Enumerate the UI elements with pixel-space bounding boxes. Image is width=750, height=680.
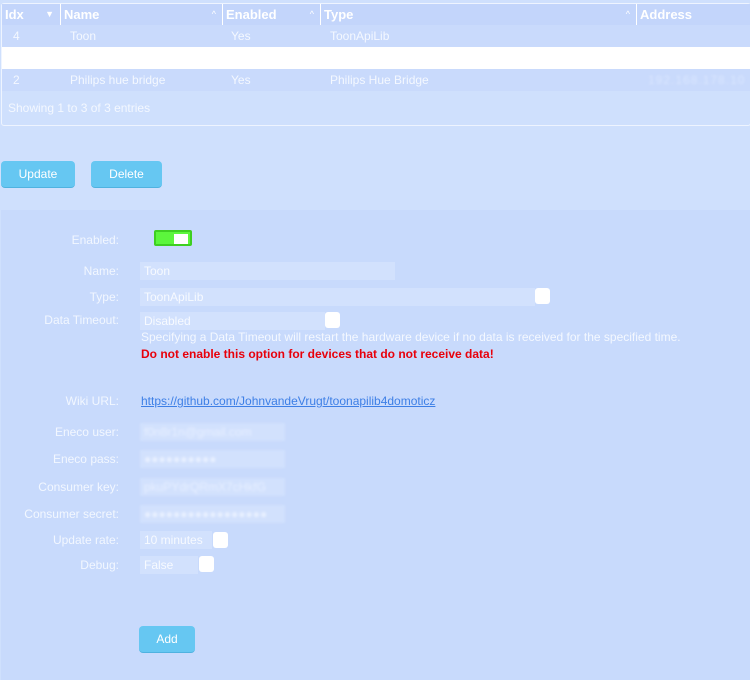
delete-button[interactable]: Delete	[91, 161, 162, 188]
cell-name: Philips hue bridge	[70, 73, 166, 87]
cell-type: Philips Hue Bridge	[330, 73, 429, 87]
wiki-url-label: Wiki URL:	[65, 394, 119, 408]
update-rate-dropdown-arrow-icon[interactable]	[213, 532, 228, 548]
consumer-secret-label: Consumer secret:	[24, 507, 119, 521]
consumer-key-label: Consumer key:	[38, 480, 119, 494]
data-timeout-label: Data Timeout:	[44, 313, 119, 327]
cell-address: 192.168.178.10	[648, 73, 746, 87]
data-timeout-select[interactable]: Disabled	[140, 312, 325, 330]
debug-select[interactable]: False	[140, 556, 198, 574]
consumer-secret-input[interactable]: ●●●●●●●●●●●●●●●●●	[140, 505, 285, 523]
table-row[interactable]: 2 Philips hue bridge Yes Philips Hue Bri…	[2, 69, 750, 91]
sort-icon: ^	[309, 9, 314, 19]
sort-icon: ^	[211, 9, 216, 19]
update-rate-select[interactable]: 10 minutes	[140, 531, 212, 549]
name-input[interactable]: Toon	[140, 262, 395, 280]
hardware-table: Idx ▼ Name ^ Enabled ^ Type ^ Address 4 …	[1, 3, 750, 126]
toggle-knob	[174, 234, 188, 244]
cell-type: ToonApiLib	[330, 29, 390, 43]
sort-desc-icon: ▼	[45, 9, 54, 19]
eneco-user-label: Eneco user:	[54, 425, 119, 439]
column-header-type[interactable]: Type ^	[320, 4, 636, 25]
column-header-label: Address	[640, 7, 693, 22]
enabled-label: Enabled:	[71, 233, 119, 247]
table-header: Idx ▼ Name ^ Enabled ^ Type ^ Address	[2, 4, 750, 25]
column-header-idx[interactable]: Idx ▼	[2, 4, 60, 25]
cell-name: Toon	[70, 29, 97, 43]
debug-dropdown-arrow-icon[interactable]	[199, 556, 214, 572]
table-row[interactable]: 4 Toon Yes ToonApiLib	[2, 25, 750, 47]
table-info: Showing 1 to 3 of 3 entries	[8, 101, 151, 115]
cell-idx: 4	[13, 29, 20, 43]
column-header-enabled[interactable]: Enabled ^	[222, 4, 320, 25]
column-header-label: Type	[324, 7, 354, 22]
cell-enabled: Yes	[231, 29, 251, 43]
wiki-url-link[interactable]: https://github.com/JohnvandeVrugt/toonap…	[141, 394, 435, 408]
eneco-pass-label: Eneco pass:	[52, 452, 119, 466]
debug-label: Debug:	[80, 558, 119, 572]
update-rate-label: Update rate:	[52, 533, 119, 547]
column-header-name[interactable]: Name ^	[60, 4, 222, 25]
timeout-dropdown-arrow-icon[interactable]	[325, 312, 340, 328]
table-row[interactable]	[2, 47, 750, 69]
name-label: Name:	[83, 264, 119, 278]
type-select[interactable]: ToonApiLib	[140, 288, 535, 306]
cell-enabled: Yes	[231, 73, 251, 87]
column-header-label: Enabled	[226, 7, 277, 22]
hardware-form	[1, 210, 750, 680]
enabled-toggle[interactable]	[154, 230, 192, 246]
column-header-address[interactable]: Address	[636, 4, 750, 25]
consumer-key-input[interactable]: pkuPYdrQRmX7cHkfG	[140, 478, 285, 496]
column-header-label: Name	[64, 7, 100, 22]
type-label: Type:	[89, 290, 119, 304]
update-button[interactable]: Update	[1, 161, 75, 188]
eneco-pass-input[interactable]: ●●●●●●●●●●	[140, 450, 285, 468]
eneco-user-input[interactable]: f0n8r1n@gmail.com	[140, 423, 285, 441]
cell-idx: 2	[13, 73, 20, 87]
type-dropdown-arrow-icon[interactable]	[535, 288, 550, 304]
column-header-label: Idx	[5, 7, 24, 22]
add-button[interactable]: Add	[139, 626, 195, 653]
data-timeout-hint: Specifying a Data Timeout will restart t…	[141, 330, 681, 344]
sort-icon: ^	[625, 9, 630, 19]
data-timeout-warning: Do not enable this option for devices th…	[141, 347, 494, 361]
